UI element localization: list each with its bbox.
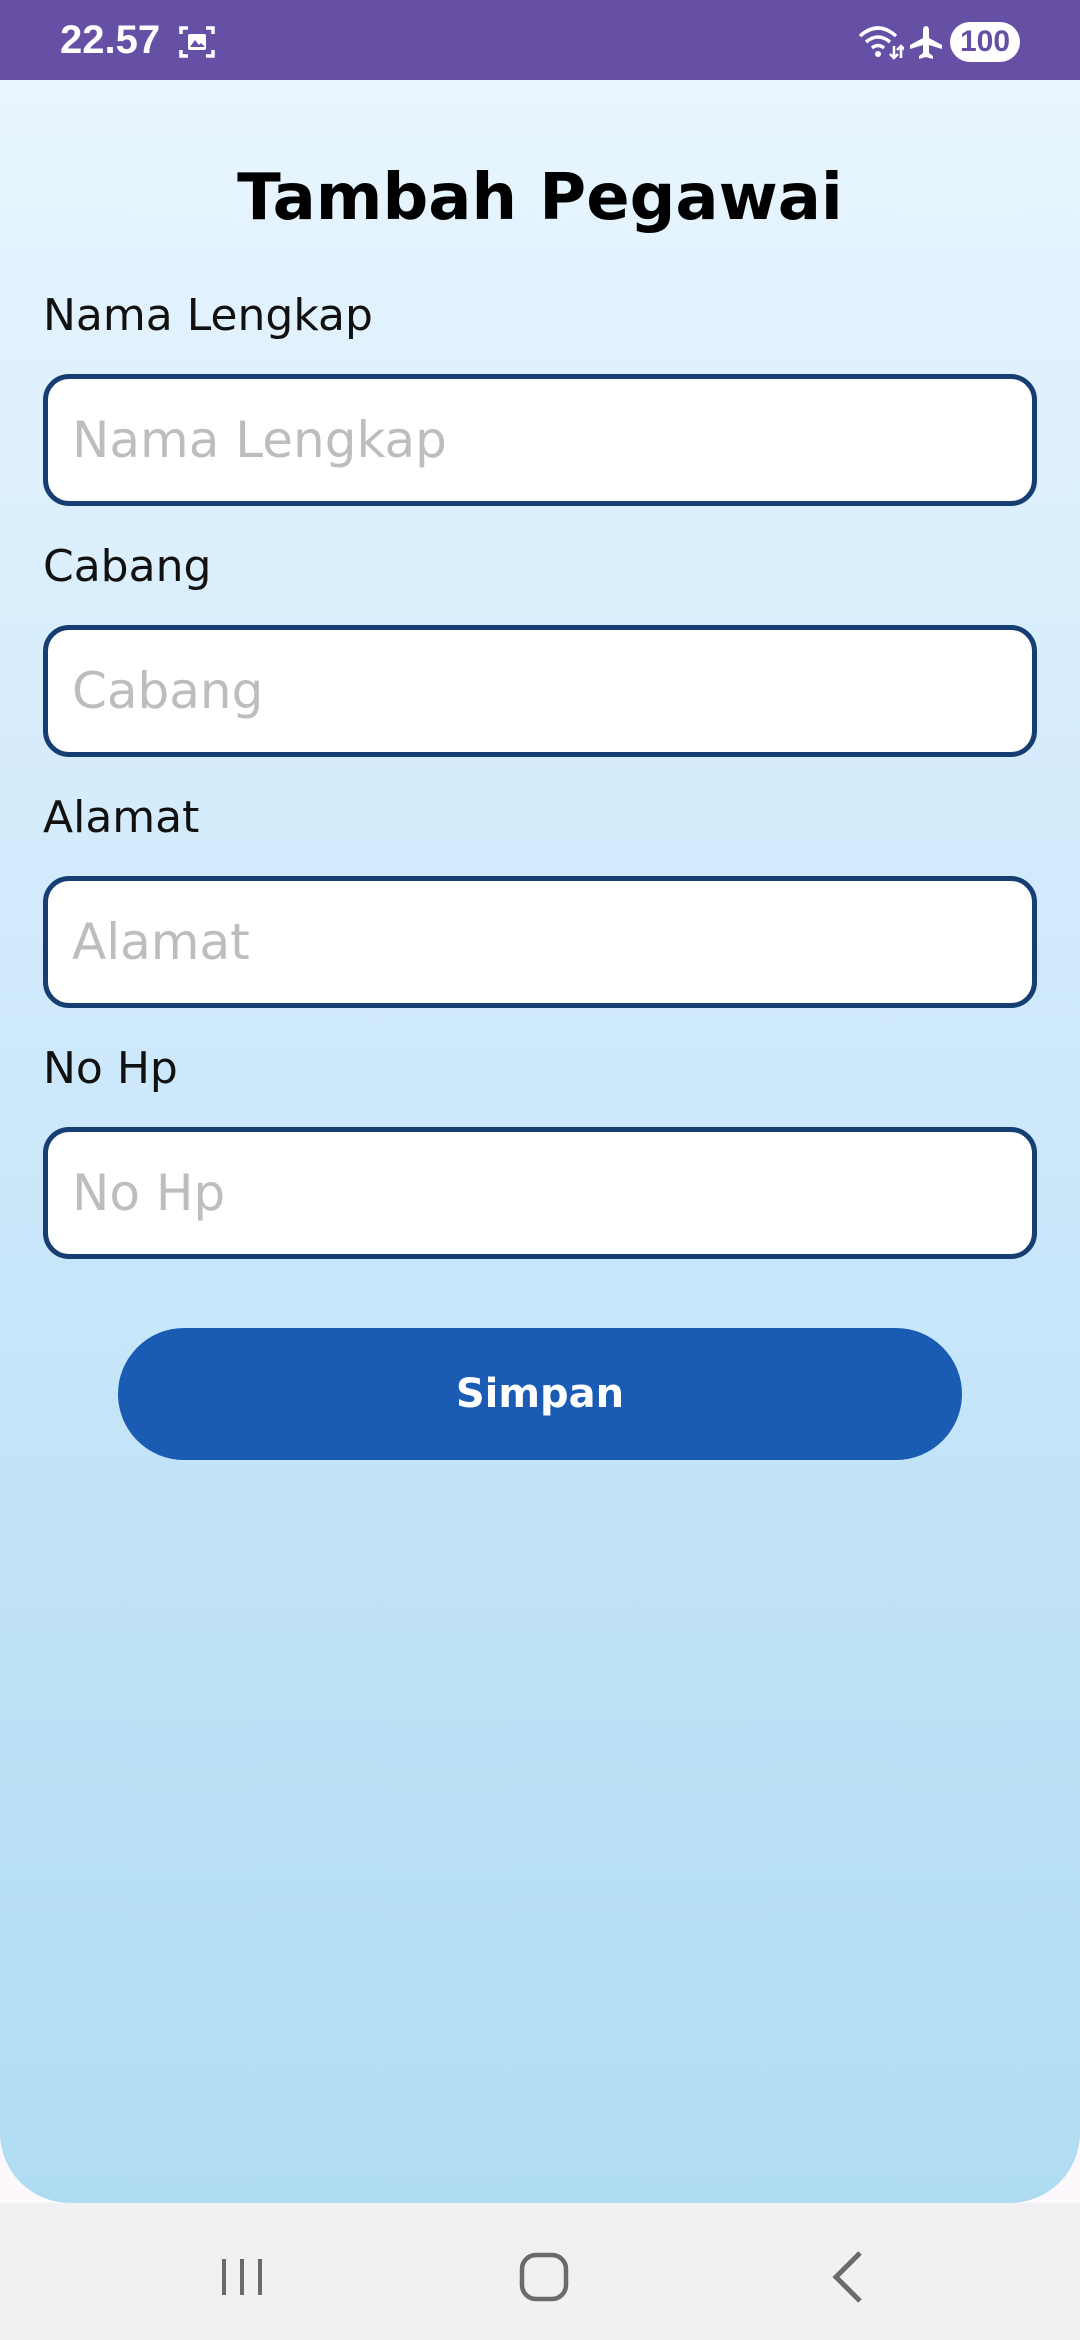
field-label-nama-lengkap: Nama Lengkap — [43, 290, 373, 341]
back-icon[interactable] — [818, 2247, 878, 2307]
no-hp-input[interactable] — [43, 1127, 1037, 1259]
status-time: 22.57 — [60, 18, 161, 62]
cabang-input[interactable] — [43, 625, 1037, 757]
alamat-input[interactable] — [43, 876, 1037, 1008]
nama-lengkap-input[interactable] — [43, 374, 1037, 506]
field-label-cabang: Cabang — [43, 541, 212, 592]
airplane-mode-icon — [910, 26, 942, 59]
screenshot-icon — [179, 26, 215, 58]
page-title: Tambah Pegawai — [237, 161, 843, 235]
wifi-icon — [858, 26, 904, 60]
main-panel: Tambah Pegawai Nama Lengkap Cabang Alama… — [0, 80, 1080, 2203]
status-bar: 22.57 100 — [0, 0, 1080, 80]
save-button[interactable]: Simpan — [118, 1328, 962, 1460]
navigation-bar — [0, 2203, 1080, 2340]
recent-apps-icon[interactable] — [212, 2247, 272, 2307]
battery-badge: 100 — [950, 22, 1020, 62]
home-icon[interactable] — [514, 2247, 574, 2307]
field-label-alamat: Alamat — [43, 792, 200, 843]
field-label-no-hp: No Hp — [43, 1043, 178, 1094]
